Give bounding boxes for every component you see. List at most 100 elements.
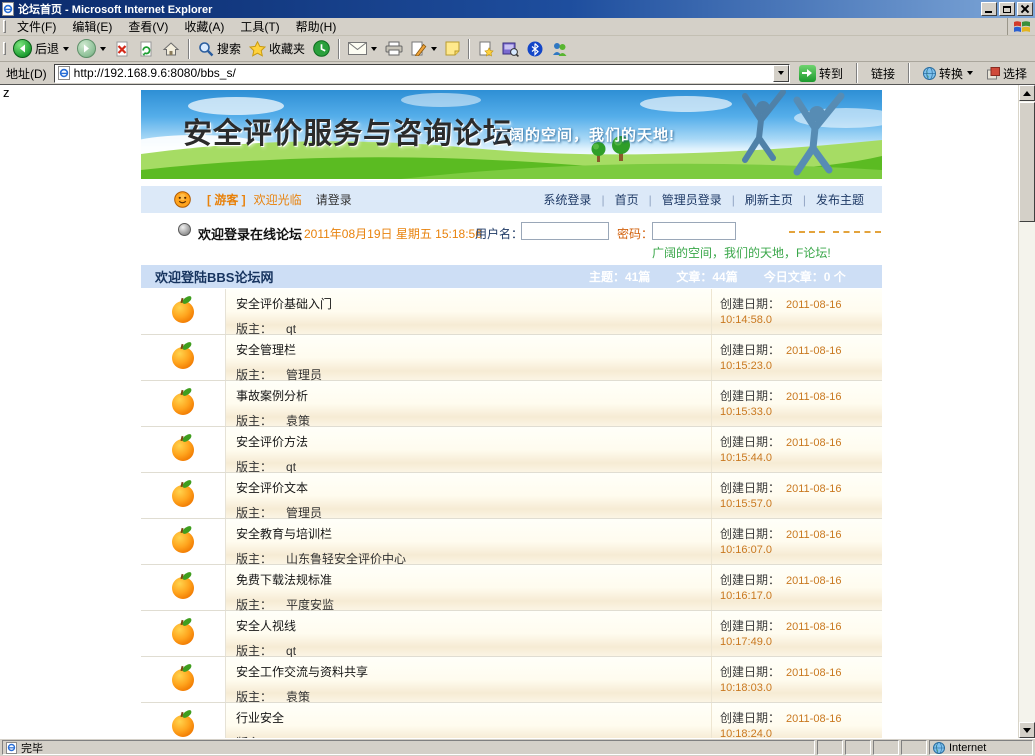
back-button[interactable]: 后退 <box>9 37 73 61</box>
moderator-name: qt <box>286 322 296 336</box>
forum-icon-cell <box>141 519 226 564</box>
orange-fruit-icon <box>172 669 194 691</box>
menu-grip[interactable] <box>3 20 6 33</box>
moderator-label: 版主： <box>236 322 272 336</box>
created-line: 创建日期：2011-08-16 10:15:33.0 <box>720 387 882 418</box>
menu-item-favorites[interactable]: 收藏(A) <box>176 17 232 36</box>
forum-title-link[interactable]: 安全工作交流与资料共享 <box>236 663 711 680</box>
forum-title-link[interactable]: 安全评价文本 <box>236 479 711 496</box>
status-panel <box>901 740 927 755</box>
nav-link-system-login[interactable]: 系统登录 <box>533 191 601 208</box>
list-header-stats: 主题：41篇 文章：44篇 今日文章：0 个 <box>589 265 846 288</box>
moderator-label: 版主： <box>236 598 272 612</box>
convert-button[interactable]: 转换 <box>918 65 978 82</box>
home-button[interactable] <box>158 37 184 61</box>
forum-meta-cell: 创建日期：2011-08-16 10:18:24.0 今日主题数： <box>712 703 882 738</box>
orb-icon <box>178 223 191 236</box>
close-button[interactable] <box>1017 2 1033 16</box>
select-button[interactable]: 选择 <box>982 65 1032 82</box>
list-header-title: 欢迎登陆BBS论坛网 <box>155 267 273 286</box>
maximize-button[interactable] <box>999 2 1015 16</box>
moderator-label: 版主： <box>236 368 272 382</box>
nav-link-home[interactable]: 首页 <box>605 191 649 208</box>
forum-row: 安全管理栏 版主：管理员 创建日期：2011-08-16 10:15:23.0 … <box>141 335 882 381</box>
go-arrow-icon <box>799 65 816 82</box>
menu-bar: 文件(F) 编辑(E) 查看(V) 收藏(A) 工具(T) 帮助(H) <box>0 18 1035 36</box>
address-label: 地址(D) <box>3 65 50 82</box>
created-label: 创建日期： <box>720 481 780 495</box>
edit-button[interactable] <box>407 37 441 61</box>
links-button[interactable]: 链接 <box>866 65 900 82</box>
moderator-label: 版主： <box>236 644 272 658</box>
forum-title-link[interactable]: 安全人视线 <box>236 617 711 634</box>
addressbar-separator <box>856 63 858 83</box>
vertical-scrollbar[interactable] <box>1018 85 1035 738</box>
history-icon <box>313 40 330 57</box>
favorites-button[interactable]: 收藏夹 <box>245 37 309 61</box>
addon-favorites-page-button[interactable] <box>474 37 498 61</box>
forum-main-cell: 免费下载法规标准 版主：平度安监 <box>226 565 712 610</box>
refresh-button[interactable] <box>134 37 158 61</box>
nav-link-admin-login[interactable]: 管理员登录 <box>652 191 732 208</box>
nav-link-refresh[interactable]: 刷新主页 <box>735 191 803 208</box>
addon-messenger-button[interactable] <box>547 37 572 61</box>
orange-fruit-icon <box>172 715 194 737</box>
moderator-label: 版主： <box>236 552 272 566</box>
menu-item-edit[interactable]: 编辑(E) <box>64 17 120 36</box>
login-prompt-link[interactable]: 请登录 <box>316 191 352 208</box>
forum-meta-cell: 创建日期：2011-08-16 10:17:49.0 今日主题数：3 <box>712 611 882 656</box>
search-icon <box>198 41 214 57</box>
forum-row: 事故案例分析 版主：袁策 创建日期：2011-08-16 10:15:33.0 … <box>141 381 882 427</box>
go-button[interactable]: 转到 <box>794 65 848 82</box>
forum-row: 行业安全 版主： 创建日期：2011-08-16 10:18:24.0 今日主题… <box>141 703 882 738</box>
forum-title-link[interactable]: 安全评价方法 <box>236 433 711 450</box>
toolbar-grip[interactable] <box>3 42 6 55</box>
forum-main-cell: 安全评价文本 版主：管理员 <box>226 473 712 518</box>
search-button[interactable]: 搜索 <box>194 37 245 61</box>
stop-button[interactable] <box>110 37 134 61</box>
address-url[interactable]: http://192.168.9.6:8080/bbs_s/ <box>74 66 773 80</box>
forum-title-link[interactable]: 安全教育与培训栏 <box>236 525 711 542</box>
addon-media-button[interactable] <box>498 37 523 61</box>
links-label: 链接 <box>871 65 895 82</box>
orange-fruit-icon <box>172 577 194 599</box>
print-button[interactable] <box>381 37 407 61</box>
forward-button[interactable] <box>73 37 110 61</box>
history-button[interactable] <box>309 37 334 61</box>
forum-main-cell: 安全工作交流与资料共享 版主：袁策 <box>226 657 712 702</box>
welcome-text: 欢迎光临 <box>254 191 302 208</box>
scroll-down-button[interactable] <box>1019 722 1035 738</box>
forum-title-link[interactable]: 安全评价基础入门 <box>236 295 711 312</box>
notes-button[interactable] <box>441 37 464 61</box>
forum-title-link[interactable]: 安全管理栏 <box>236 341 711 358</box>
menu-item-help[interactable]: 帮助(H) <box>288 17 345 36</box>
addon-bluetooth-button[interactable] <box>523 37 547 61</box>
address-input[interactable]: http://192.168.9.6:8080/bbs_s/ <box>54 64 790 83</box>
content-area: z <box>0 84 1035 738</box>
password-input[interactable] <box>652 222 736 240</box>
stat-today: 今日文章：0 个 <box>764 268 846 285</box>
username-input[interactable] <box>521 222 609 240</box>
scroll-up-button[interactable] <box>1019 85 1035 101</box>
mail-icon <box>348 42 367 55</box>
forum-title-link[interactable]: 行业安全 <box>236 709 711 726</box>
forum-row: 安全评价基础入门 版主： qt 创建日期：2011-08-16 10:14:58.… <box>141 289 882 335</box>
forum-tagline: 广阔的空间，我们的天地，F论坛! <box>652 244 831 261</box>
menu-item-file[interactable]: 文件(F) <box>9 17 64 36</box>
nav-link-post-topic[interactable]: 发布主题 <box>806 191 874 208</box>
forum-icon-cell <box>141 611 226 656</box>
forum-title-link[interactable]: 事故案例分析 <box>236 387 711 404</box>
created-line: 创建日期：2011-08-16 10:14:58.0 <box>720 295 882 326</box>
created-label: 创建日期： <box>720 619 780 633</box>
menu-item-tools[interactable]: 工具(T) <box>232 17 287 36</box>
menu-item-view[interactable]: 查看(V) <box>120 17 176 36</box>
mail-button[interactable] <box>344 37 381 61</box>
window-title: 论坛首页 - Microsoft Internet Explorer <box>18 1 981 17</box>
edit-icon <box>411 41 427 56</box>
scroll-thumb[interactable] <box>1019 102 1035 222</box>
forum-row: 安全评价文本 版主：管理员 创建日期：2011-08-16 10:15:57.0… <box>141 473 882 519</box>
address-dropdown-button[interactable] <box>773 65 789 82</box>
orange-fruit-icon <box>172 393 194 415</box>
forum-title-link[interactable]: 免费下载法规标准 <box>236 571 711 588</box>
minimize-button[interactable] <box>981 2 997 16</box>
